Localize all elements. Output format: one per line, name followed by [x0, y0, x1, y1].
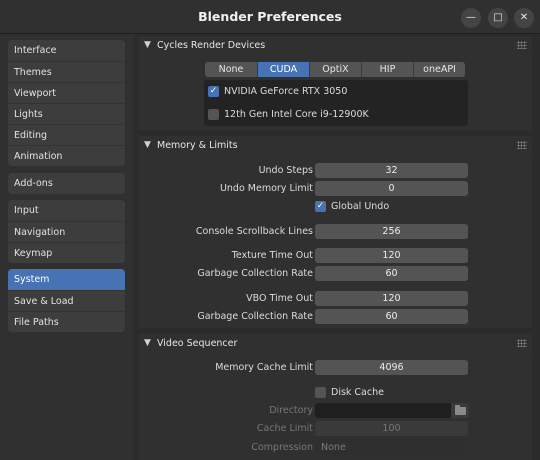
window-title: Blender Preferences	[198, 9, 342, 24]
sidebar-item-input[interactable]: Input	[8, 200, 125, 221]
global-undo-toggle[interactable]: ✓ Global Undo	[315, 199, 389, 214]
panel-title-cycles: Cycles Render Devices	[157, 40, 266, 51]
device-list: ✓ NVIDIA GeForce RTX 3050 12th Gen Intel…	[204, 80, 468, 126]
texture-gc-rate-field[interactable]: 60	[315, 266, 468, 281]
chevron-down-icon: ▼	[144, 338, 151, 348]
browse-folder-button[interactable]	[451, 403, 469, 418]
minimize-icon: —	[466, 12, 476, 23]
sidebar-item-editing[interactable]: Editing	[8, 124, 125, 145]
sidebar-item-interface[interactable]: Interface	[8, 40, 125, 61]
vbo-gc-rate-label: Garbage Collection Rate	[197, 311, 313, 322]
texture-timeout-field[interactable]: 120	[315, 248, 468, 263]
preferences-content: ▼ Cycles Render Devices None CUDA OptiX …	[134, 34, 540, 460]
backend-option-oneapi[interactable]: oneAPI	[413, 62, 465, 77]
close-button[interactable]: ✕	[514, 8, 534, 28]
directory-input[interactable]	[315, 403, 451, 418]
compression-dropdown[interactable]: None	[315, 440, 468, 455]
console-scrollback-label: Console Scrollback Lines	[195, 226, 313, 237]
chevron-down-icon: ▼	[144, 140, 151, 150]
sidebar-item-themes[interactable]: Themes	[8, 61, 125, 82]
device-row[interactable]: 12th Gen Intel Core i9-12900K	[208, 104, 369, 124]
compression-label: Compression	[251, 442, 313, 453]
sidebar-item-lights[interactable]: Lights	[8, 103, 125, 124]
grip-icon[interactable]	[517, 41, 527, 49]
undo-steps-field[interactable]: 32	[315, 163, 468, 178]
sidebar-item-save-load[interactable]: Save & Load	[8, 290, 125, 311]
cache-limit-label: Cache Limit	[256, 423, 313, 434]
close-icon: ✕	[519, 12, 529, 23]
grip-icon[interactable]	[517, 339, 527, 347]
maximize-button[interactable]: □	[488, 8, 508, 28]
disk-cache-toggle[interactable]: Disk Cache	[315, 385, 384, 400]
sidebar-group-addons: Add-ons	[8, 173, 125, 194]
panel-header-cycles[interactable]: ▼ Cycles Render Devices	[138, 36, 532, 56]
undo-steps-label: Undo Steps	[258, 165, 313, 176]
vbo-gc-rate-field[interactable]: 60	[315, 309, 468, 324]
device-checkbox-unchecked[interactable]	[208, 108, 219, 120]
global-undo-checkbox[interactable]: ✓	[315, 201, 326, 212]
checkmark-icon: ✓	[316, 201, 325, 211]
cache-limit-field[interactable]: 100	[315, 421, 468, 436]
panel-header-sequencer[interactable]: ▼ Video Sequencer	[138, 334, 532, 354]
panel-title-memory: Memory & Limits	[157, 140, 238, 151]
sidebar-item-add-ons[interactable]: Add-ons	[8, 173, 125, 194]
sidebar-group-input: Input Navigation Keymap	[8, 200, 125, 263]
backend-option-hip[interactable]: HIP	[361, 62, 413, 77]
global-undo-label: Global Undo	[331, 201, 390, 212]
memory-cache-limit-label: Memory Cache Limit	[215, 362, 313, 373]
maximize-icon: □	[493, 12, 503, 23]
disk-cache-label: Disk Cache	[331, 387, 384, 398]
sidebar-item-keymap[interactable]: Keymap	[8, 242, 125, 263]
memory-cache-limit-field[interactable]: 4096	[315, 360, 468, 375]
device-name: 12th Gen Intel Core i9-12900K	[224, 108, 369, 120]
sidebar-item-file-paths[interactable]: File Paths	[8, 311, 125, 332]
compute-backend-selector: None CUDA OptiX HIP oneAPI	[205, 62, 465, 77]
texture-gc-rate-label: Garbage Collection Rate	[197, 268, 313, 279]
device-checkbox-checked[interactable]: ✓	[208, 85, 219, 97]
vbo-timeout-field[interactable]: 120	[315, 291, 468, 306]
backend-option-none[interactable]: None	[205, 62, 257, 77]
device-row[interactable]: ✓ NVIDIA GeForce RTX 3050	[208, 81, 347, 101]
folder-icon	[454, 404, 466, 415]
console-scrollback-field[interactable]: 256	[315, 224, 468, 239]
directory-label: Directory	[269, 405, 313, 416]
chevron-down-icon: ▼	[144, 40, 151, 50]
backend-option-cuda[interactable]: CUDA	[257, 62, 309, 77]
device-name: NVIDIA GeForce RTX 3050	[224, 85, 348, 97]
sidebar-item-navigation[interactable]: Navigation	[8, 221, 125, 242]
texture-timeout-label: Texture Time Out	[231, 250, 313, 261]
sidebar-item-system[interactable]: System	[8, 269, 125, 290]
sidebar-group-general: Interface Themes Viewport Lights Editing…	[8, 40, 125, 166]
panel-title-sequencer: Video Sequencer	[157, 338, 238, 349]
grip-icon[interactable]	[517, 141, 527, 149]
sidebar-group-system: System Save & Load File Paths	[8, 269, 125, 332]
title-bar: Blender Preferences — □ ✕	[0, 0, 540, 34]
undo-memory-limit-label: Undo Memory Limit	[219, 183, 313, 194]
sidebar-item-animation[interactable]: Animation	[8, 145, 125, 166]
panel-header-memory[interactable]: ▼ Memory & Limits	[138, 136, 532, 156]
backend-option-optix[interactable]: OptiX	[309, 62, 361, 77]
undo-memory-limit-field[interactable]: 0	[315, 181, 468, 196]
vbo-timeout-label: VBO Time Out	[246, 293, 313, 304]
sidebar: Interface Themes Viewport Lights Editing…	[0, 34, 134, 460]
sidebar-item-viewport[interactable]: Viewport	[8, 82, 125, 103]
disk-cache-checkbox[interactable]	[315, 387, 326, 398]
checkmark-icon: ✓	[209, 85, 218, 96]
minimize-button[interactable]: —	[461, 8, 481, 28]
